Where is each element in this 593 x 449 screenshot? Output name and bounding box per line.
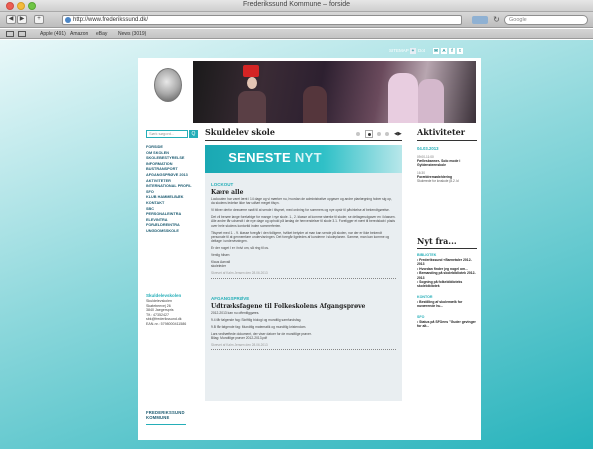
hero-image <box>193 61 476 123</box>
twitter-icon[interactable]: t <box>457 48 463 54</box>
news-from-item[interactable]: • Sogning på folkebiblioteks skolebiblio… <box>417 280 477 289</box>
bookmark-amazon[interactable]: Amazon <box>70 30 88 38</box>
activity-subtitle: Skolerede for lovskole (8.2. kl <box>417 179 459 184</box>
activities-date: 04.03.2013 <box>417 146 439 151</box>
contact-address: Skuldelevskolen Skuldelevskolen Skølebeev… <box>146 293 202 327</box>
news-paragraph: Det vil berøre lange foreløbige for mang… <box>211 215 396 228</box>
news-banner-title: SENESTE NYT <box>205 150 345 165</box>
logo-wave-icon <box>146 422 186 425</box>
leftnav-item[interactable]: UNGDOMSSKOLE <box>146 229 206 235</box>
hero-hat-shape <box>243 65 259 77</box>
address-line: EAN-nr.: 5798000411586 <box>146 321 187 326</box>
add-bookmark-button[interactable]: + <box>34 15 44 24</box>
news-paragraph: Klaus Aarvall skoleleder <box>211 259 231 269</box>
globe-icon <box>65 17 71 23</box>
pager-dot[interactable] <box>385 132 389 136</box>
forward-button[interactable]: ▶ <box>17 15 27 24</box>
bookmark-news[interactable]: News (3019) <box>118 30 146 38</box>
text-size-icon[interactable]: A <box>441 48 447 54</box>
activities-divider <box>417 140 477 141</box>
left-navigation: FORSIDE OM SKOLEN SKOLEBESTYRELSE INFORMATI… <box>146 145 206 235</box>
news-heading[interactable]: Udtræksfagene til Folkeskolens Afgangspr… <box>211 302 396 311</box>
crest-icon <box>154 68 182 102</box>
hero-face-shape <box>247 77 257 89</box>
hero-figure-shape <box>388 73 418 123</box>
rss-icon[interactable] <box>472 16 488 24</box>
facebook-icon[interactable]: f <box>449 48 455 54</box>
news-paragraph: Er der noget I er i tvivl om, så ring ti… <box>211 246 269 251</box>
site-search-placeholder: Sørk søgord... <box>149 131 175 136</box>
news-from-list: BIBLIOTEK • Frederikssund «Barnetaler 201… <box>417 251 477 328</box>
news-separator <box>211 277 396 279</box>
news-meta: Skrevet af Kalm Jensen den 28.06.2013 <box>211 271 268 276</box>
hero-pager: ◀▶ <box>356 130 402 138</box>
activities-events: 09:00-11:00 Fællesbanner- Solo mode i Gyl… <box>417 155 477 183</box>
pager-dot[interactable] <box>377 132 381 136</box>
dot-link[interactable]: Dot <box>418 48 425 54</box>
address-bar-url: http://www.frederikssund.dk/ <box>73 17 149 23</box>
address-bar[interactable]: http://www.frederikssund.dk/ <box>62 15 462 25</box>
news-heading[interactable]: Kære alle <box>211 188 396 197</box>
news-paragraph: Venlig hilsen <box>211 252 230 257</box>
pager-arrows-icon[interactable]: ◀▶ <box>394 130 402 138</box>
mail-icon[interactable]: ✉ <box>433 48 439 54</box>
banner-word-2: NYT <box>294 150 322 165</box>
news-category[interactable]: LOCKOUT <box>211 181 396 188</box>
address-lines: Skuldelevskolen Skølebeevej 26 3840 Jaeger… <box>146 299 202 327</box>
news-article: AFGANGSPRØVE Udtræksfagene til Folkeskole… <box>211 295 396 351</box>
activity-title[interactable]: Fællesbanner- Solo mode i Gyldensteensko… <box>417 159 477 167</box>
news-meta: Skrevet af Kalm Jensen den 28.06.2013 <box>211 342 268 347</box>
window-title: Frederikssund Kommune – forside <box>243 1 350 8</box>
news-article: LOCKOUT Kære alle Lockouten har varet lænt… <box>211 181 396 279</box>
site-search-input[interactable]: Sørk søgord... <box>146 130 188 138</box>
school-logo[interactable] <box>145 65 189 113</box>
news-paragraph: Lars vedhæftede dokument, der viser dato… <box>211 331 312 340</box>
bookmarks-bar: Apple (491) Amazon eBay News (3019) <box>0 29 593 39</box>
pager-dot-active[interactable] <box>365 130 373 138</box>
top-sites-grid-icon[interactable] <box>18 31 26 37</box>
activities-title: Aktiviteter <box>417 127 465 137</box>
page-title: Skuldelev skole <box>205 127 275 137</box>
news-from-item[interactable]: • Bemanding på skolebibliotek 2012-2013 <box>417 271 477 280</box>
news-from-title: Nyt fra... <box>417 236 457 246</box>
banner-word-1: SENESTE <box>228 150 291 165</box>
news-banner: SENESTE NYT <box>205 145 402 173</box>
bookmarks-book-icon[interactable] <box>6 31 14 37</box>
reload-icon[interactable]: ↻ <box>492 15 501 25</box>
browser-search-field[interactable]: Google <box>504 15 588 25</box>
news-panel: SENESTE NYT LOCKOUT Kære alle Lockouten ha… <box>205 145 402 401</box>
title-divider <box>205 140 402 141</box>
bookmark-ebay[interactable]: eBay <box>96 30 107 38</box>
news-paragraph: Vi bliver derfor desværre nødt til at se… <box>211 208 390 213</box>
news-category[interactable]: AFGANGSPRØVE <box>211 295 396 302</box>
news-from-divider <box>417 248 477 249</box>
news-paragraph: 9.4 får følgende fag: Skriftlig biologi … <box>211 317 302 322</box>
news-paragraph: Lockouten har varet lænt i 14 dage og vi… <box>211 197 392 206</box>
news-from-item[interactable]: • Status på SFOens ”Guder gevinger for a… <box>417 320 477 329</box>
hero-figure-shape <box>418 79 444 123</box>
hero-figure-shape <box>238 91 266 123</box>
news-separator <box>211 349 396 351</box>
search-field-placeholder: Google <box>509 17 527 23</box>
top-utility-nav: SITEMAP + Dot ✉ A f t <box>389 48 479 54</box>
plus-icon[interactable]: + <box>410 48 416 54</box>
window-titlebar: Frederikssund Kommune – forside <box>0 0 593 12</box>
back-button[interactable]: ◀ <box>6 15 16 24</box>
activities-list: 04.03.2013 09:00-11:00 Fællesbanner- Solo… <box>417 146 477 183</box>
news-from-item[interactable]: • Bestilling af skolemælk for nuværende … <box>417 300 477 309</box>
news-from-item[interactable]: • Frederikssund «Barnetaler 2012-2013 <box>417 258 477 267</box>
logo-line-2: KOMMUNE <box>146 415 170 420</box>
bookmark-apple[interactable]: Apple (491) <box>40 30 66 38</box>
search-button[interactable]: Q <box>189 130 198 138</box>
pager-dot[interactable] <box>356 132 360 136</box>
news-paragraph: 9.B får følgende fag: Mundtlig matematik… <box>211 324 307 329</box>
sitemap-link[interactable]: SITEMAP <box>389 48 409 54</box>
municipality-logo[interactable]: FREDERIKSSUND KOMMUNE <box>146 410 186 425</box>
browser-toolbar: ◀ ▶ + http://www.frederikssund.dk/ ↻ Goo… <box>0 12 593 28</box>
news-paragraph: 2012-2013 kan nu offentliggøres. <box>211 311 260 315</box>
hero-figure-shape <box>303 86 327 123</box>
news-paragraph: Tilsynet med 1. - 9. klasse foregår i de… <box>211 230 390 244</box>
